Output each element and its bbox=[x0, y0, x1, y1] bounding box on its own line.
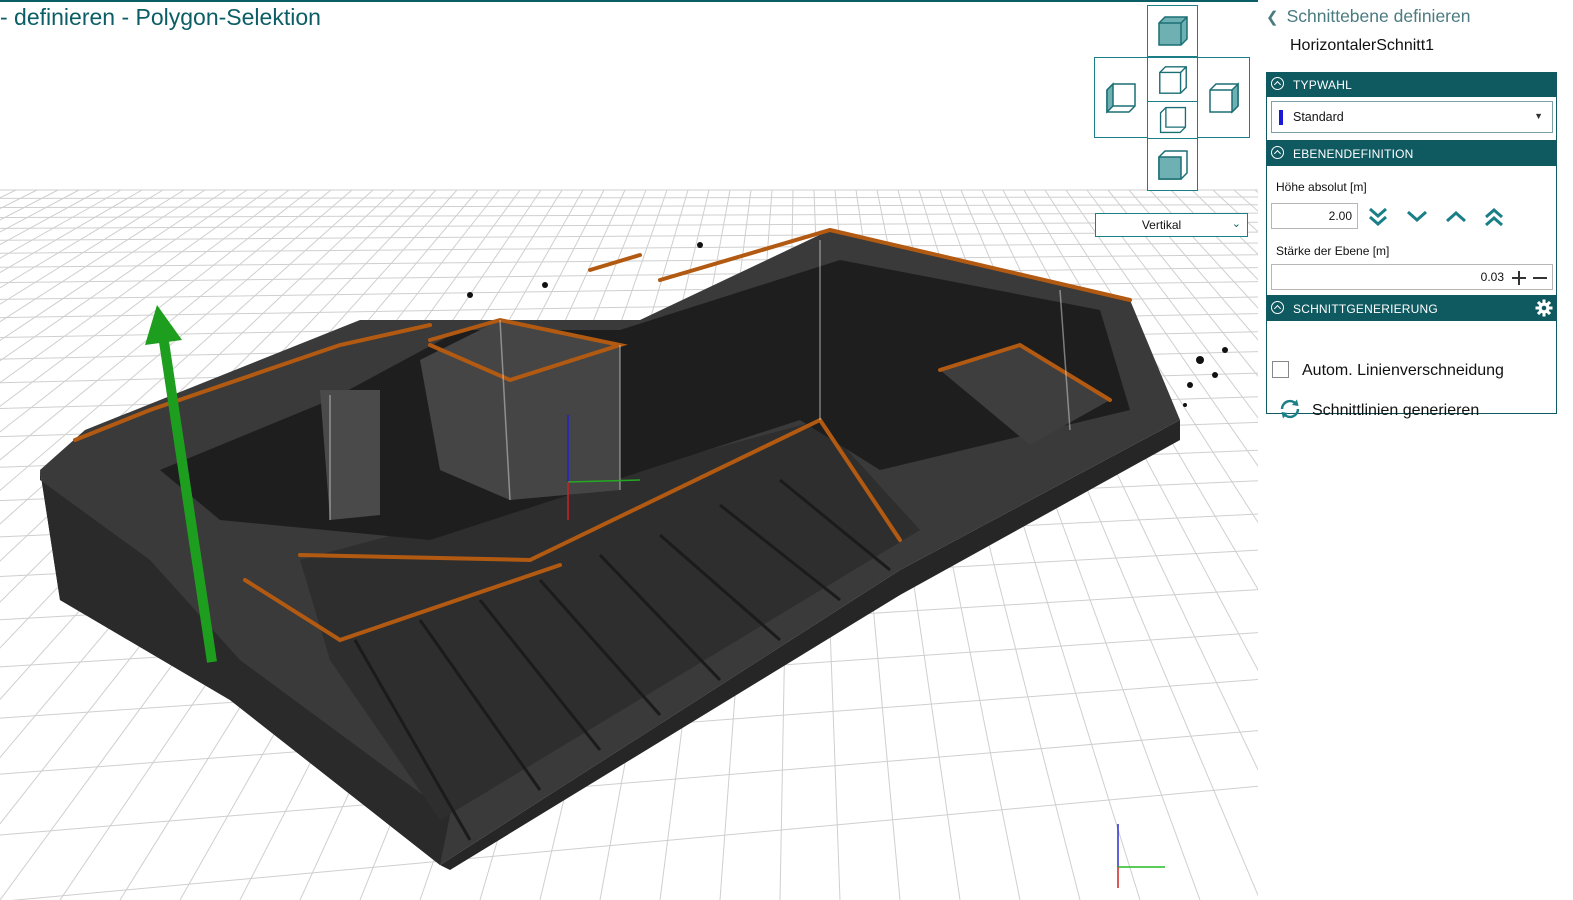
chevron-down-icon: ⌄ bbox=[1231, 218, 1241, 230]
axes-gizmo-icon bbox=[1117, 824, 1165, 888]
bottom-view-button[interactable] bbox=[1147, 138, 1198, 191]
back-view-button[interactable] bbox=[1147, 101, 1198, 139]
type-color-swatch bbox=[1279, 110, 1283, 125]
typwahl-header-label: TYPWAHL bbox=[1293, 78, 1352, 92]
chevron-down-icon[interactable] bbox=[1405, 206, 1429, 228]
right-view-icon bbox=[1208, 81, 1239, 114]
typwahl-section-header[interactable]: TYPWAHL bbox=[1266, 72, 1557, 97]
type-select-value: Standard bbox=[1293, 110, 1344, 124]
plus-icon[interactable] bbox=[1511, 270, 1527, 286]
double-chevron-down-icon[interactable] bbox=[1367, 206, 1389, 228]
viewcube[interactable] bbox=[1094, 5, 1250, 191]
ebenendefinition-header-label: EBENENDEFINITION bbox=[1293, 147, 1414, 161]
back-link[interactable]: ❮ Schnittebene definieren bbox=[1266, 6, 1470, 27]
3d-viewport[interactable]: - definieren - Polygon-Selektion Vertika… bbox=[0, 0, 1258, 900]
left-view-icon bbox=[1106, 81, 1136, 114]
page-title: - definieren - Polygon-Selektion bbox=[0, 4, 321, 30]
properties-panel: ❮ Schnittebene definieren HorizontalerSch… bbox=[1258, 0, 1573, 900]
view-mode-value: Vertikal bbox=[1141, 218, 1182, 232]
view-mode-select[interactable]: Vertikal ⌄ bbox=[1095, 213, 1248, 237]
height-input[interactable]: 2.00 bbox=[1271, 203, 1358, 229]
dropdown-arrow-icon: ▼ bbox=[1534, 111, 1543, 121]
schnittgenerierung-header-label: SCHNITTGENERIERUNG bbox=[1293, 302, 1438, 316]
back-link-label: Schnittebene definieren bbox=[1286, 6, 1471, 26]
minus-icon[interactable] bbox=[1532, 270, 1548, 286]
chevron-up-icon[interactable] bbox=[1444, 206, 1468, 228]
collapse-icon bbox=[1271, 301, 1284, 314]
auto-intersection-checkbox[interactable] bbox=[1272, 361, 1289, 378]
ebenendefinition-section-body: Höhe absolut [m] 2.00 Stärke der Ebene [… bbox=[1266, 166, 1557, 296]
generate-cut-lines-label: Schnittlinien generieren bbox=[1312, 402, 1480, 419]
double-chevron-up-icon[interactable] bbox=[1483, 206, 1505, 228]
schnittgenerierung-section-header[interactable]: SCHNITTGENERIERUNG bbox=[1266, 296, 1557, 321]
right-view-button[interactable] bbox=[1197, 57, 1250, 138]
type-select[interactable]: Standard ▼ bbox=[1271, 101, 1553, 133]
collapse-icon bbox=[1271, 146, 1284, 159]
schnittgenerierung-section-body: Autom. Linienverschneidung Schnittlinien… bbox=[1266, 321, 1557, 419]
point-cloud-scene[interactable] bbox=[0, 0, 1258, 900]
front-view-button[interactable] bbox=[1147, 57, 1198, 102]
generate-cut-lines-button[interactable]: Schnittlinien generieren bbox=[1272, 393, 1532, 423]
left-view-button[interactable] bbox=[1094, 57, 1148, 138]
back-view-icon bbox=[1159, 106, 1186, 134]
gear-icon[interactable] bbox=[1535, 299, 1553, 317]
top-view-icon bbox=[1157, 16, 1188, 46]
building-point-cloud bbox=[40, 227, 1228, 870]
chevron-left-icon: ❮ bbox=[1266, 9, 1279, 26]
ebenendefinition-section-header[interactable]: EBENENDEFINITION bbox=[1266, 141, 1557, 166]
height-label: Höhe absolut [m] bbox=[1276, 180, 1367, 194]
thickness-label: Stärke der Ebene [m] bbox=[1276, 244, 1390, 258]
auto-intersection-label: Autom. Linienverschneidung bbox=[1302, 362, 1504, 379]
typwahl-section-body: Standard ▼ bbox=[1266, 97, 1557, 141]
front-view-icon bbox=[1158, 65, 1187, 94]
cut-name: HorizontalerSchnitt1 bbox=[1290, 37, 1435, 54]
collapse-icon bbox=[1271, 77, 1284, 90]
refresh-icon bbox=[1280, 399, 1300, 419]
top-view-button[interactable] bbox=[1147, 5, 1198, 57]
bottom-view-icon bbox=[1157, 149, 1188, 180]
